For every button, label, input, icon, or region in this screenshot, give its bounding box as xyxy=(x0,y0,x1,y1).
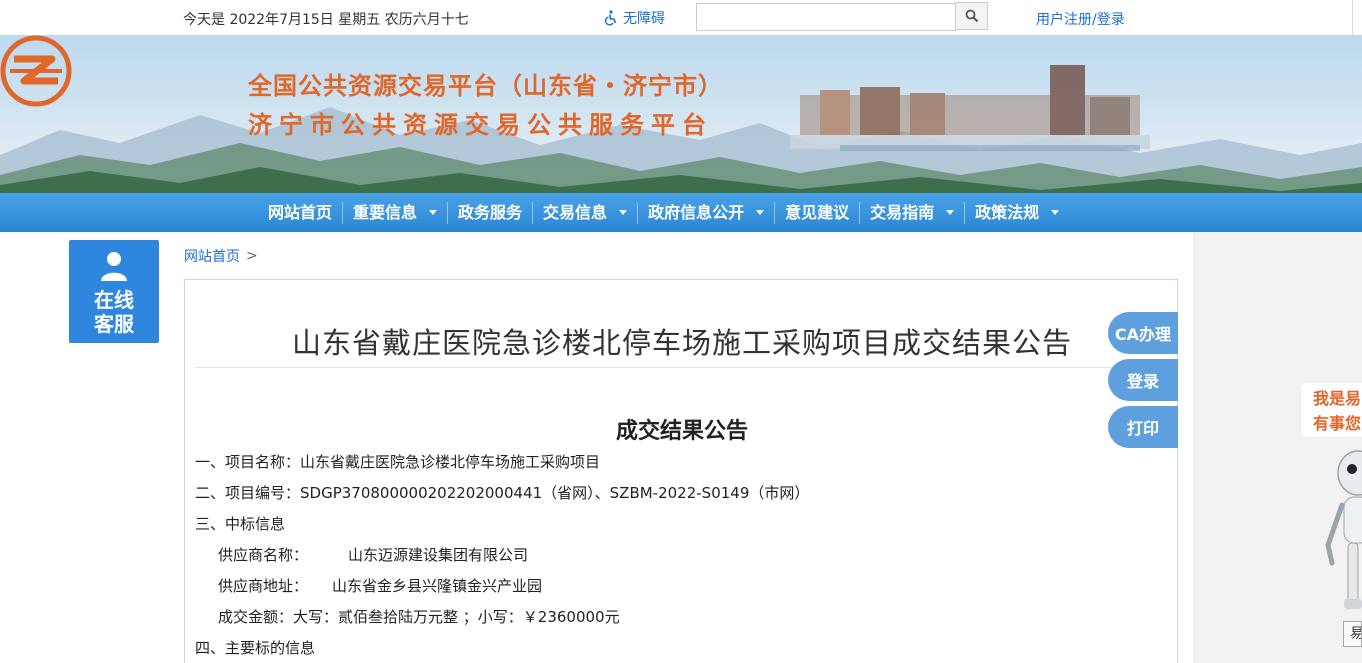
nav-label: 政府信息公开 xyxy=(648,202,745,222)
nav-label: 网站首页 xyxy=(268,202,333,222)
nav-label: 交易信息 xyxy=(543,202,608,222)
breadcrumb-separator: > xyxy=(246,248,258,264)
customer-service-line2: 客服 xyxy=(94,312,134,336)
chevron-down-icon xyxy=(1051,210,1060,215)
supplier-address-label: 供应商地址： xyxy=(218,577,309,595)
supplier-name-value: 山东迈源建设集团有限公司 xyxy=(348,546,529,564)
chevron-down-icon xyxy=(756,210,765,215)
nav-label: 政务服务 xyxy=(458,202,523,222)
print-button[interactable]: 打印 xyxy=(1108,406,1178,448)
chevron-down-icon xyxy=(429,210,438,215)
supplier-address-line: 供应商地址： 山东省金乡县兴隆镇金兴产业园 xyxy=(218,575,542,596)
nav-item-policies[interactable]: 政策法规 xyxy=(965,202,1069,224)
amount-line: 成交金额：大写：贰佰叁拾陆万元整 ；小写：￥2360000元 xyxy=(218,608,620,626)
nav-label: 交易指南 xyxy=(870,202,935,222)
search-icon xyxy=(965,9,978,23)
search-input[interactable] xyxy=(696,3,956,31)
logo-icon xyxy=(0,35,72,107)
date-text: 今天是 2022年7月15日 星期五 农历六月十七 xyxy=(183,12,469,28)
breadcrumb-home-link[interactable]: 网站首页 xyxy=(184,246,240,266)
chevron-down-icon xyxy=(619,210,628,215)
accessibility-label: 无障碍 xyxy=(623,11,665,27)
banner-title-line2: 济宁市公共资源交易公共服务平台 xyxy=(248,111,713,139)
breadcrumb: 网站首页 > xyxy=(184,246,258,266)
user-icon xyxy=(101,252,127,281)
robot-icon[interactable] xyxy=(1318,445,1362,615)
nav-item-gov-services[interactable]: 政务服务 xyxy=(448,201,534,224)
robot-open-button[interactable]: 易 xyxy=(1343,621,1362,647)
robot-bubble-line2: 有事您 xyxy=(1313,414,1362,433)
nav-item-trade-info[interactable]: 交易信息 xyxy=(533,201,639,224)
top-utility-bar: 今天是 2022年7月15日 星期五 农历六月十七 无障碍 用户注册/登录 xyxy=(0,0,1362,35)
wheelchair-icon xyxy=(604,10,617,26)
header-banner: 全国公共资源交易平台（山东省・济宁市） 济宁市公共资源交易公共服务平台 xyxy=(0,35,1362,193)
customer-service-line1: 在线 xyxy=(94,288,134,312)
chevron-down-icon xyxy=(946,210,955,215)
side-login-button[interactable]: 登录 xyxy=(1108,359,1178,401)
nav-item-gov-disclosure[interactable]: 政府信息公开 xyxy=(638,201,776,224)
online-customer-service-button[interactable]: 在线 客服 xyxy=(69,240,159,343)
banner-title-line1: 全国公共资源交易平台（山东省・济宁市） xyxy=(248,72,723,100)
winning-info-heading: 三、中标信息 xyxy=(195,515,286,533)
nav-label: 重要信息 xyxy=(353,202,418,222)
nav-item-important-info[interactable]: 重要信息 xyxy=(343,201,449,224)
robot-chat-bubble[interactable]: 我是易 有事您 xyxy=(1300,382,1362,438)
page-title: 山东省戴庄医院急诊楼北停车场施工采购项目成交结果公告 xyxy=(291,326,1072,360)
search-button[interactable] xyxy=(955,2,988,30)
ca-service-button[interactable]: CA办理 xyxy=(1108,312,1178,354)
register-login-link[interactable]: 用户注册/登录 xyxy=(1036,9,1125,29)
project-number-line: 二、项目编号：SDGP370800000202202000441（省网）、SZB… xyxy=(195,484,810,502)
nav-label: 意见建议 xyxy=(785,202,850,222)
main-subject-heading: 四、主要标的信息 xyxy=(195,639,316,657)
robot-bubble-line1: 我是易 xyxy=(1313,389,1362,408)
nav-item-trade-guide[interactable]: 交易指南 xyxy=(860,201,966,224)
main-nav: 网站首页 重要信息 政务服务 交易信息 政府信息公开 意见建议 交易指南 政策法… xyxy=(0,193,1362,232)
title-divider xyxy=(195,367,1169,368)
accessibility-link[interactable]: 无障碍 xyxy=(603,8,665,28)
supplier-name-label: 供应商名称： xyxy=(218,546,309,564)
project-name-line: 一、项目名称：山东省戴庄医院急诊楼北停车场施工采购项目 xyxy=(195,453,601,471)
supplier-name-line: 供应商名称： 山东迈源建设集团有限公司 xyxy=(218,544,528,565)
supplier-address-value: 山东省金乡县兴隆镇金兴产业园 xyxy=(332,577,543,595)
announcement-subtitle: 成交结果公告 xyxy=(615,418,748,444)
nav-label: 政策法规 xyxy=(975,202,1040,222)
nav-item-home[interactable]: 网站首页 xyxy=(258,201,344,224)
nav-item-feedback[interactable]: 意见建议 xyxy=(775,201,861,224)
article-panel: 山东省戴庄医院急诊楼北停车场施工采购项目成交结果公告 成交结果公告 一、项目名称… xyxy=(184,279,1178,663)
scroll-edge xyxy=(1352,0,1362,35)
